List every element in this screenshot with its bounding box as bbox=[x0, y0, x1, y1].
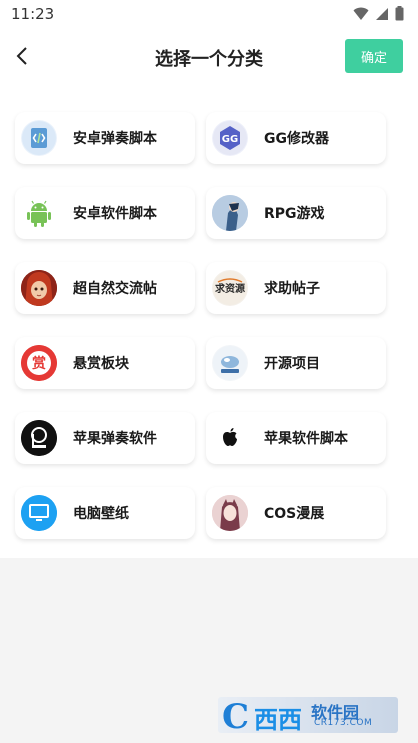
category-card-reward-board[interactable]: 赏 悬赏板块 bbox=[15, 337, 195, 389]
android-icon bbox=[21, 195, 57, 231]
category-card-cos-exhibition[interactable]: COS漫展 bbox=[206, 487, 386, 539]
apple-icon bbox=[212, 420, 248, 456]
category-label: COS漫展 bbox=[264, 506, 325, 522]
category-card-supernatural-posts[interactable]: 超自然交流帖 bbox=[15, 262, 195, 314]
cos-avatar-icon bbox=[212, 495, 248, 531]
category-card-help-posts[interactable]: 求资源 求助帖子 bbox=[206, 262, 386, 314]
status-icons bbox=[353, 6, 404, 21]
watermark-url: CR173.COM bbox=[314, 718, 373, 728]
category-grid: 安卓弹奏脚本 GG GG修改器 安卓软件脚本 RPG游戏 超自然交流帖 求资源 … bbox=[0, 94, 418, 558]
category-card-apple-performance-software[interactable]: 苹果弹奏软件 bbox=[15, 412, 195, 464]
svg-text:赏: 赏 bbox=[32, 355, 46, 372]
gg-modifier-icon: GG bbox=[212, 120, 248, 156]
svg-text:求资源: 求资源 bbox=[215, 282, 245, 295]
category-label: 电脑壁纸 bbox=[73, 506, 129, 522]
category-card-rpg-games[interactable]: RPG游戏 bbox=[206, 187, 386, 239]
help-post-icon: 求资源 bbox=[212, 270, 248, 306]
category-label: 安卓弹奏脚本 bbox=[73, 131, 157, 147]
category-label: 安卓软件脚本 bbox=[73, 206, 157, 222]
confirm-button[interactable]: 确定 bbox=[345, 39, 403, 73]
category-label: 开源项目 bbox=[264, 356, 320, 372]
supernatural-avatar-icon bbox=[21, 270, 57, 306]
battery-icon bbox=[395, 6, 404, 21]
category-label: RPG游戏 bbox=[264, 206, 325, 222]
category-label: 超自然交流帖 bbox=[73, 281, 157, 297]
category-card-android-performance-scripts[interactable]: 安卓弹奏脚本 bbox=[15, 112, 195, 164]
header-bar: 选择一个分类 确定 bbox=[0, 28, 418, 94]
category-label: 求助帖子 bbox=[264, 281, 320, 297]
code-file-icon bbox=[21, 120, 57, 156]
category-label: 悬赏板块 bbox=[73, 356, 129, 372]
watermark-logo: C 西西 软件园 CR173.COM bbox=[218, 697, 398, 733]
reward-icon: 赏 bbox=[21, 345, 57, 381]
watermark-brand: 西西 bbox=[254, 706, 302, 733]
category-label: 苹果弹奏软件 bbox=[73, 431, 157, 447]
category-card-apple-software-scripts[interactable]: 苹果软件脚本 bbox=[206, 412, 386, 464]
category-card-android-software-scripts[interactable]: 安卓软件脚本 bbox=[15, 187, 195, 239]
wifi-icon bbox=[353, 7, 369, 20]
category-card-gg-modifier[interactable]: GG GG修改器 bbox=[206, 112, 386, 164]
category-label: GG修改器 bbox=[264, 131, 329, 147]
svg-text:GG: GG bbox=[222, 134, 238, 145]
rpg-avatar-icon bbox=[212, 195, 248, 231]
category-card-pc-wallpapers[interactable]: 电脑壁纸 bbox=[15, 487, 195, 539]
category-label: 苹果软件脚本 bbox=[264, 431, 348, 447]
watermark-c-glyph: C bbox=[222, 697, 250, 733]
piano-logo-icon bbox=[21, 420, 57, 456]
monitor-icon bbox=[21, 495, 57, 531]
signal-icon bbox=[376, 7, 388, 20]
open-source-icon bbox=[212, 345, 248, 381]
status-time: 11:23 bbox=[11, 5, 55, 23]
category-card-open-source-projects[interactable]: 开源项目 bbox=[206, 337, 386, 389]
status-bar: 11:23 bbox=[0, 0, 418, 28]
